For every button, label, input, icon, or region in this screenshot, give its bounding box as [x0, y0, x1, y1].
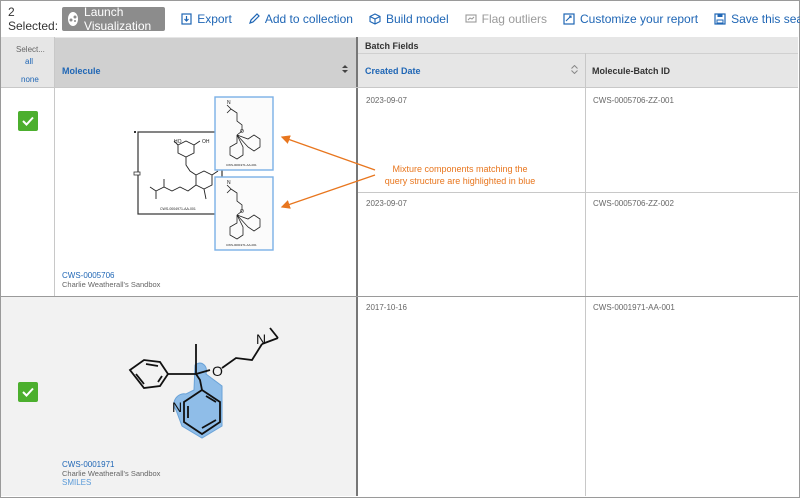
save-icon [714, 13, 726, 25]
created-date-cell: 2017-10-16 [366, 303, 407, 312]
pencil-icon [248, 13, 260, 24]
svg-text:N: N [227, 180, 231, 186]
save-search-label: Save this search [731, 12, 800, 26]
smiles-link[interactable]: SMILES [62, 478, 91, 487]
svg-text:CWS-0004971-AA-001: CWS-0004971-AA-001 [160, 207, 196, 211]
launch-visualization-label: Launch Visualization [84, 5, 152, 33]
batch-id-cell: CWS-0005706-ZZ-001 [593, 96, 674, 105]
created-date-cell: 2023-09-07 [366, 96, 407, 105]
molecule-owner: Charlie Weatherall's Sandbox [62, 280, 161, 289]
export-label: Export [197, 12, 232, 26]
svg-text:O: O [212, 363, 223, 379]
created-date-column-header[interactable]: Created Date [365, 66, 421, 76]
cube-icon [369, 13, 381, 25]
report-icon [563, 13, 575, 25]
highlight-annotation: Mixture components matching the query st… [378, 163, 542, 187]
batch-fields-header: Batch Fields [365, 41, 419, 51]
flag-icon [465, 14, 477, 23]
checkmark-icon [22, 387, 34, 397]
batch-row-divider [358, 192, 798, 193]
batch-id-column-header[interactable]: Molecule-Batch ID [592, 66, 670, 76]
header-batch-cols [358, 53, 798, 87]
build-model-button[interactable]: Build model [369, 12, 449, 26]
row-checkbox[interactable] [18, 382, 38, 402]
batch-header-divider [358, 53, 798, 54]
customize-report-label: Customize your report [580, 12, 699, 26]
export-button[interactable]: Export [181, 12, 232, 26]
visualization-icon [68, 12, 79, 26]
svg-text:HO: HO [174, 139, 182, 145]
svg-text:OH: OH [202, 139, 210, 145]
col-divider-date [585, 53, 586, 496]
add-to-collection-button[interactable]: Add to collection [248, 12, 353, 26]
add-to-collection-label: Add to collection [264, 12, 353, 26]
header-bottom-border [1, 87, 798, 88]
selected-count: 2 Selected: [8, 5, 59, 33]
flag-outliers-label: Flag outliers [481, 12, 548, 26]
svg-text:O: O [240, 129, 244, 135]
molecule-column-header[interactable]: Molecule [62, 66, 101, 76]
annotation-line-1: Mixture components matching the [392, 164, 528, 174]
select-all-link[interactable]: all [25, 57, 33, 66]
toolbar: 2 Selected: Launch Visualization Export … [1, 1, 800, 37]
svg-text:O: O [240, 209, 244, 215]
molecule-id-link[interactable]: CWS-0001971 [62, 460, 114, 469]
save-search-button[interactable]: Save this search [714, 12, 800, 26]
batch-id-cell: CWS-0001971-AA-001 [593, 303, 675, 312]
annotation-line-2: query structure are highlighted in blue [384, 176, 536, 186]
launch-visualization-button[interactable]: Launch Visualization [62, 5, 166, 33]
row-checkbox[interactable] [18, 111, 38, 131]
svg-text:CWS-0001971-AA-001: CWS-0001971-AA-001 [226, 163, 257, 167]
svg-text:N: N [172, 399, 182, 415]
annotation-arrows [280, 135, 376, 209]
sort-icon[interactable] [571, 65, 578, 74]
svg-text:CWS-0001971-AA-001: CWS-0001971-AA-001 [226, 243, 257, 247]
header-batch-group [358, 37, 798, 53]
select-label: Select... [16, 45, 45, 54]
molecule-owner: Charlie Weatherall's Sandbox [62, 469, 161, 478]
sort-icon[interactable] [341, 65, 349, 73]
doxylamine-structure-image: O N N [128, 327, 279, 439]
svg-text:N: N [227, 100, 231, 106]
molecule-header-sorted[interactable] [54, 38, 357, 87]
flag-outliers-button[interactable]: Flag outliers [465, 12, 547, 26]
molecule-id-link[interactable]: CWS-0005706 [62, 271, 114, 280]
mixture-structure-image: HO OH CWS-0004971-AA-001 O N CWS-0001971… [133, 96, 274, 251]
customize-report-button[interactable]: Customize your report [563, 12, 698, 26]
frozen-column-divider [356, 37, 358, 496]
select-none-link[interactable]: none [21, 75, 39, 84]
batch-id-cell: CWS-0005706-ZZ-002 [593, 199, 674, 208]
svg-text:N: N [256, 331, 266, 347]
build-model-label: Build model [385, 12, 449, 26]
checkmark-icon [22, 116, 34, 126]
export-icon [181, 13, 192, 25]
